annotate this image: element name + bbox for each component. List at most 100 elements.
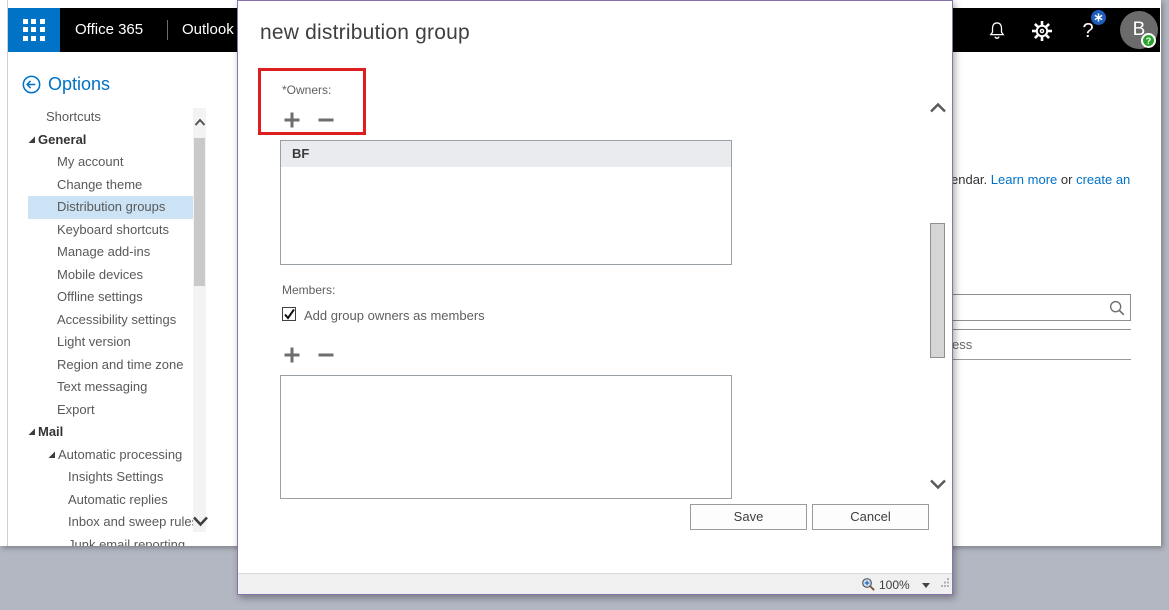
background-divider [940, 329, 1131, 330]
sidebar-nav: ShortcutsGeneralMy accountChange themeDi… [8, 106, 193, 546]
new-distribution-group-dialog: new distribution group *Owners: BF Membe… [237, 0, 953, 595]
dialog-scroll-down-icon[interactable] [929, 477, 947, 495]
sidebar-item-inbox-and-sweep-rules[interactable]: Inbox and sweep rules [8, 511, 193, 534]
dialog-scrollbar-thumb[interactable] [930, 223, 945, 358]
sidebar-item-label: Manage add-ins [57, 241, 150, 264]
sidebar-item-label: Junk email reporting [68, 534, 185, 547]
settings-button[interactable] [1029, 18, 1055, 44]
sidebar-item-distribution-groups[interactable]: Distribution groups [28, 196, 193, 219]
options-back-header[interactable]: Options [22, 74, 110, 95]
sidebar-item-my-account[interactable]: My account [8, 151, 193, 174]
annotation-red-box [258, 68, 366, 135]
save-button[interactable]: Save [690, 504, 807, 530]
sidebar-item-keyboard-shortcuts[interactable]: Keyboard shortcuts [8, 219, 193, 242]
sidebar-item-automatic-processing[interactable]: Automatic processing [8, 444, 193, 467]
sidebar-item-general[interactable]: General [8, 129, 193, 152]
plus-icon [283, 346, 301, 364]
search-icon[interactable] [1108, 299, 1126, 322]
options-sidebar: Options ShortcutsGeneralMy accountChange… [8, 52, 237, 546]
dialog-title: new distribution group [260, 21, 470, 45]
sidebar-item-label: Text messaging [57, 376, 147, 399]
sidebar-item-label: Automatic replies [68, 489, 168, 512]
dialog-scroll-up-icon[interactable] [929, 101, 947, 119]
sidebar-item-label: My account [57, 151, 123, 174]
sidebar-item-label: Distribution groups [57, 196, 165, 219]
collapse-triangle-icon [48, 451, 56, 459]
sidebar-item-label: Shortcuts [46, 106, 101, 129]
sidebar-item-label: Region and time zone [57, 354, 183, 377]
sidebar-scroll-down-icon[interactable] [192, 514, 209, 532]
zoom-dropdown-caret-icon[interactable] [922, 583, 930, 588]
sidebar-item-light-version[interactable]: Light version [8, 331, 193, 354]
remove-member-button[interactable] [316, 346, 336, 364]
sidebar-item-label: Offline settings [57, 286, 143, 309]
sidebar-item-label: Inbox and sweep rules [68, 511, 198, 534]
checkbox-label: Add group owners as members [304, 308, 485, 323]
gear-icon [1030, 19, 1054, 43]
question-mark-icon: ? [1082, 20, 1093, 43]
resize-grip-icon[interactable] [940, 574, 950, 592]
owner-list-item[interactable]: BF [281, 141, 731, 167]
sidebar-item-label: Mail [38, 421, 63, 444]
sidebar-item-junk-email-reporting[interactable]: Junk email reporting [8, 534, 193, 547]
owners-label: *Owners: [282, 83, 331, 97]
members-label: Members: [282, 283, 335, 297]
sidebar-item-label: General [38, 129, 86, 152]
sidebar-scrollbar-thumb[interactable] [194, 138, 205, 286]
create-an-link[interactable]: create an [1076, 172, 1130, 187]
checkmark-icon [283, 308, 296, 321]
add-owners-as-members-checkbox[interactable] [282, 307, 296, 321]
add-owner-button[interactable] [282, 111, 302, 129]
sidebar-item-label: Export [57, 399, 95, 422]
app-name: Outlook [182, 8, 234, 52]
zoom-icon[interactable] [861, 577, 876, 597]
sidebar-item-text-messaging[interactable]: Text messaging [8, 376, 193, 399]
sidebar-item-mobile-devices[interactable]: Mobile devices [8, 264, 193, 287]
sidebar-item-mail[interactable]: Mail [8, 421, 193, 444]
background-column-fragment: ess [952, 337, 972, 352]
sidebar-item-label: Change theme [57, 174, 142, 197]
collapse-triangle-icon [28, 136, 36, 144]
zoom-level[interactable]: 100% [879, 578, 910, 592]
sidebar-item-accessibility-settings[interactable]: Accessibility settings [8, 309, 193, 332]
back-arrow-icon [22, 75, 41, 94]
sidebar-item-label: Accessibility settings [57, 309, 176, 332]
notifications-button[interactable] [984, 18, 1010, 44]
sidebar-scroll-up-icon[interactable] [194, 114, 206, 132]
owners-listbox[interactable]: BF [280, 140, 732, 265]
sidebar-item-manage-add-ins[interactable]: Manage add-ins [8, 241, 193, 264]
collapse-triangle-icon [28, 428, 36, 436]
bell-icon [986, 20, 1008, 42]
sidebar-item-shortcuts[interactable]: Shortcuts [8, 106, 193, 129]
sidebar-item-label: Keyboard shortcuts [57, 219, 169, 242]
minus-icon [317, 346, 335, 364]
sidebar-item-change-theme[interactable]: Change theme [8, 174, 193, 197]
cancel-button[interactable]: Cancel [812, 504, 929, 530]
waffle-icon [23, 19, 45, 41]
sidebar-item-label: Mobile devices [57, 264, 143, 287]
sidebar-item-insights-settings[interactable]: Insights Settings [8, 466, 193, 489]
members-listbox[interactable] [280, 375, 732, 499]
new-feature-badge-icon [1091, 10, 1106, 25]
background-text-fragment: endar. Learn more or create an [951, 172, 1130, 187]
learn-more-link[interactable]: Learn more [991, 172, 1057, 187]
sidebar-item-automatic-replies[interactable]: Automatic replies [8, 489, 193, 512]
topbar-divider [167, 20, 168, 40]
sidebar-item-region-and-time-zone[interactable]: Region and time zone [8, 354, 193, 377]
product-name[interactable]: Office 365 [75, 8, 143, 52]
sidebar-item-label: Light version [57, 331, 131, 354]
add-member-button[interactable] [282, 346, 302, 364]
sidebar-item-label: Insights Settings [68, 466, 163, 489]
remove-owner-button[interactable] [316, 111, 336, 129]
search-input[interactable] [945, 297, 1100, 318]
background-search-box [940, 294, 1131, 321]
sidebar-item-label: Automatic processing [58, 444, 182, 467]
plus-icon [283, 111, 301, 129]
sidebar-item-offline-settings[interactable]: Offline settings [8, 286, 193, 309]
options-title: Options [48, 74, 110, 95]
background-divider [940, 359, 1131, 360]
sidebar-item-export[interactable]: Export [8, 399, 193, 422]
avatar-help-badge: ? [1141, 33, 1156, 48]
dialog-status-bar: 100% [238, 573, 952, 594]
app-launcher-button[interactable] [8, 8, 60, 52]
